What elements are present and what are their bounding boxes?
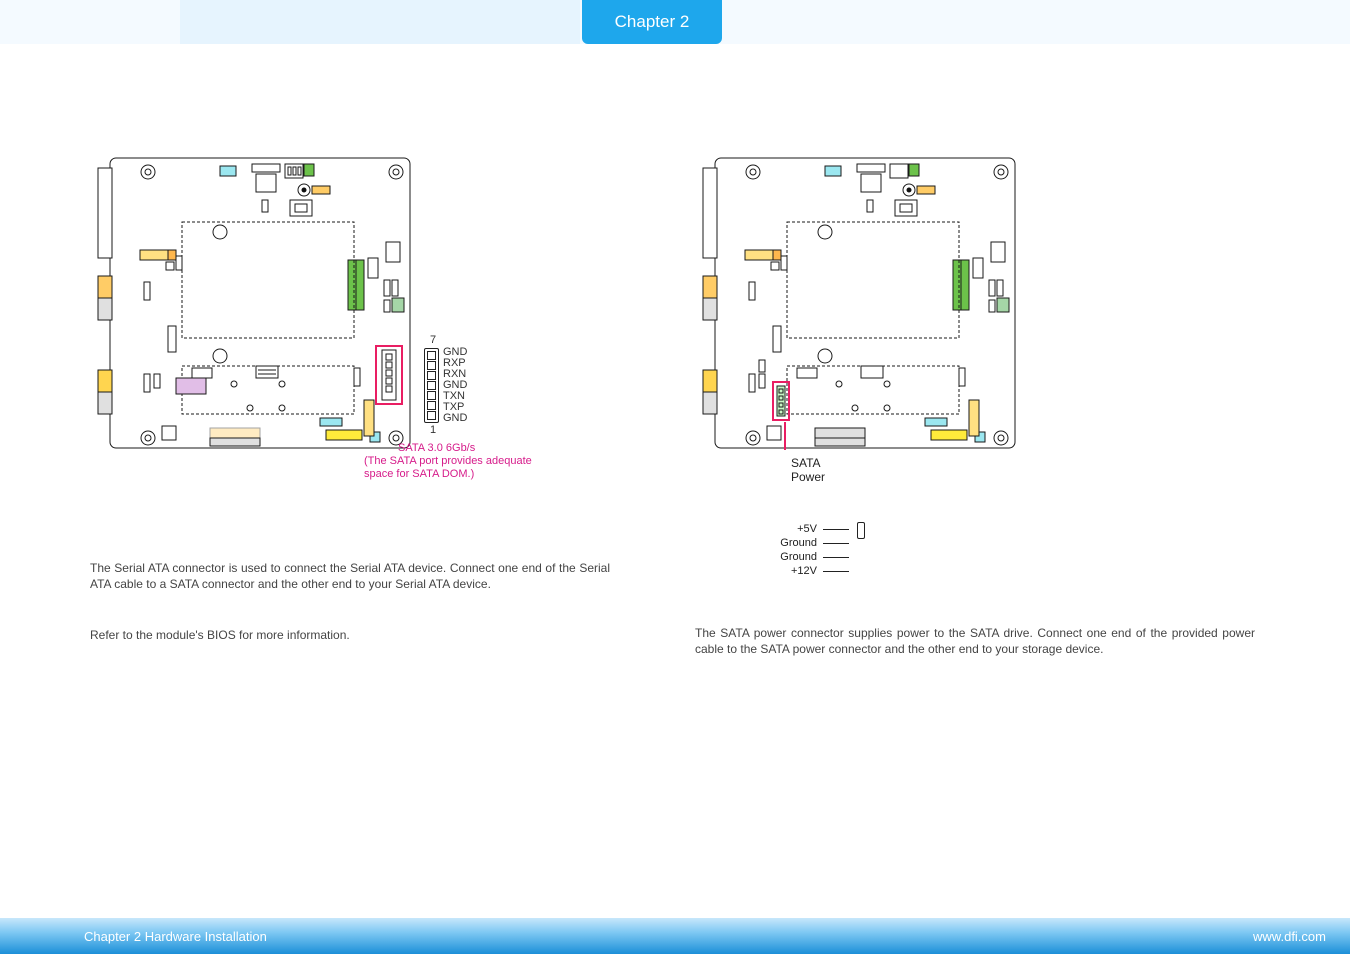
left-column: 7 GND RXP RXN GND TXN TXP GND xyxy=(90,150,655,657)
sata-caption-line3: space for SATA DOM.) xyxy=(364,468,532,481)
sata-pin-header-icon xyxy=(424,348,439,423)
right-column: SATA Power +5V Ground Ground +12V xyxy=(695,150,1260,657)
footer-left: Chapter 2 Hardware Installation xyxy=(84,929,267,944)
left-paragraph-2: Refer to the module's BIOS for more info… xyxy=(90,627,610,643)
pin-label: TXP xyxy=(443,402,467,413)
right-paragraph: The SATA power connector supplies power … xyxy=(695,625,1255,657)
power-pin-label: +5V xyxy=(797,523,817,535)
pin-label: GND xyxy=(443,347,467,358)
left-paragraph-1: The Serial ATA connector is used to conn… xyxy=(90,560,610,592)
power-pin-label: +12V xyxy=(791,565,817,577)
pin7-label: 7 xyxy=(430,334,532,347)
power-pin-label: Ground xyxy=(780,551,817,563)
pin-label: RXP xyxy=(443,358,467,369)
board-diagram-right xyxy=(695,150,1025,460)
pin-label: GND xyxy=(443,380,467,391)
board-diagram-left xyxy=(90,150,420,460)
sata-power-label-l2: Power xyxy=(791,470,825,484)
power-pin-box-icon xyxy=(857,522,865,539)
content-area: 7 GND RXP RXN GND TXN TXP GND xyxy=(90,150,1260,657)
sata-power-pinout: +5V Ground Ground +12V xyxy=(695,522,865,578)
chapter-tab: Chapter 2 xyxy=(582,0,722,44)
sata-power-label-l1: SATA xyxy=(791,456,825,470)
pin-label: GND xyxy=(443,413,467,424)
power-pin-label: Ground xyxy=(780,537,817,549)
sata-callout: 7 GND RXP RXN GND TXN TXP GND xyxy=(424,334,532,480)
footer-right: www.dfi.com xyxy=(1253,929,1326,944)
page-footer: Chapter 2 Hardware Installation www.dfi.… xyxy=(0,918,1350,954)
pin1-label: 1 xyxy=(430,424,532,437)
pin-label: RXN xyxy=(443,369,467,380)
sata-caption-line2: (The SATA port provides adequate xyxy=(364,455,532,468)
pin-label: TXN xyxy=(443,391,467,402)
sata-caption-line1: SATA 3.0 6Gb/s xyxy=(398,442,532,455)
